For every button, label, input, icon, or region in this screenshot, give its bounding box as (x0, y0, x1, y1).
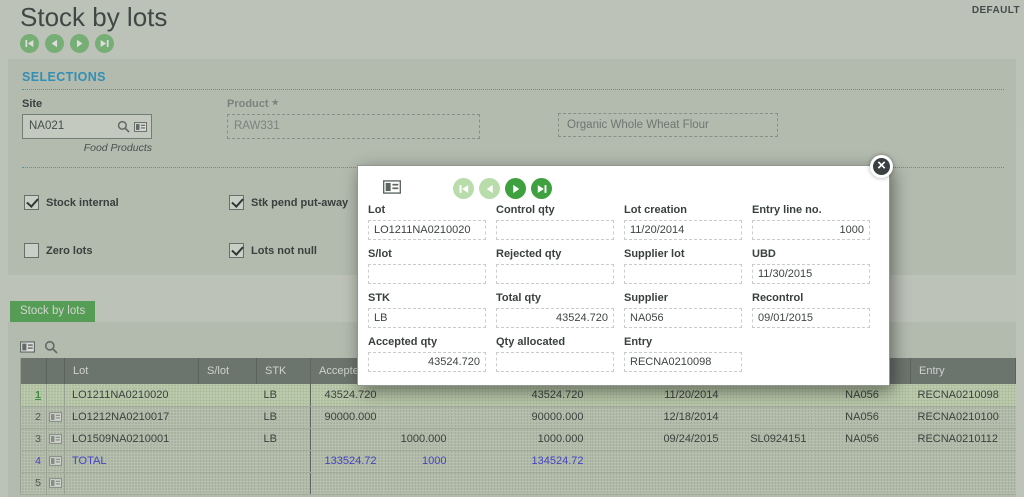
modal-field-label: STK (368, 292, 390, 304)
modal-field-label: UBD (752, 248, 776, 260)
modal-field-value: RECNA0210098 (624, 352, 742, 372)
modal-field-label: Accepted qty (368, 336, 438, 348)
modal-field-entry-line-no-: Entry line no. 1000 (752, 204, 872, 240)
modal-field-entry: Entry RECNA0210098 (624, 336, 744, 372)
modal-detail-icon[interactable] (383, 180, 401, 194)
modal-field-value: NA056 (624, 308, 742, 328)
modal-close-button[interactable]: × (870, 155, 893, 178)
modal-field-label: Entry line no. (752, 204, 822, 216)
modal-field-value: LB (368, 308, 486, 328)
modal-field-label: Lot (368, 204, 386, 216)
modal-field-value: 11/30/2015 (752, 264, 870, 284)
stock-by-lots-screen: Stock by lots DEFAULT SELECTIONS Site NA… (0, 0, 1024, 497)
modal-field-control-qty: Control qty (496, 204, 616, 240)
modal-field-label: Total qty (496, 292, 542, 304)
modal-field-rejected-qty: Rejected qty (496, 248, 616, 284)
modal-field-ubd: UBD 11/30/2015 (752, 248, 872, 284)
modal-last-record-button[interactable] (531, 178, 552, 199)
modal-field-value (496, 264, 614, 284)
modal-field-label: Supplier (624, 292, 669, 304)
modal-field-stk: STK LB (368, 292, 488, 328)
modal-field-accepted-qty: Accepted qty 43524.720 (368, 336, 488, 372)
modal-field-recontrol: Recontrol 09/01/2015 (752, 292, 872, 328)
modal-record-navigation (453, 178, 552, 199)
modal-next-record-button[interactable] (505, 178, 526, 199)
modal-field-value (368, 264, 486, 284)
modal-field-label: Lot creation (624, 204, 687, 216)
modal-field-label: Qty allocated (496, 336, 566, 348)
modal-field-lot: Lot LO1211NA0210020 (368, 204, 488, 240)
modal-field-label: S/lot (368, 248, 392, 260)
lot-detail-modal: × Lot LO1211NA0210020 Control qty Lot creat… (357, 155, 893, 386)
modal-field-label: Entry (624, 336, 653, 348)
modal-field-total-qty: Total qty 43524.720 (496, 292, 616, 328)
modal-field-supplier-lot: Supplier lot (624, 248, 744, 284)
modal-field-qty-allocated: Qty allocated (496, 336, 616, 372)
modal-field-value (624, 264, 742, 284)
modal-field-s-lot: S/lot (368, 248, 488, 284)
modal-field-value: 43524.720 (368, 352, 486, 372)
modal-field-value: 11/20/2014 (624, 220, 742, 240)
modal-previous-record-button (479, 178, 500, 199)
modal-field-value: 43524.720 (496, 308, 614, 328)
modal-field-lot-creation: Lot creation 11/20/2014 (624, 204, 744, 240)
modal-field-label: Recontrol (752, 292, 804, 304)
modal-field-value: 1000 (752, 220, 870, 240)
modal-field-supplier: Supplier NA056 (624, 292, 744, 328)
modal-first-record-button (453, 178, 474, 199)
modal-field-label: Rejected qty (496, 248, 562, 260)
modal-field-value: 09/01/2015 (752, 308, 870, 328)
modal-field-label: Control qty (496, 204, 555, 216)
modal-field-value (496, 220, 614, 240)
modal-field-value: LO1211NA0210020 (368, 220, 486, 240)
modal-field-label: Supplier lot (624, 248, 685, 260)
modal-field-value (496, 352, 614, 372)
